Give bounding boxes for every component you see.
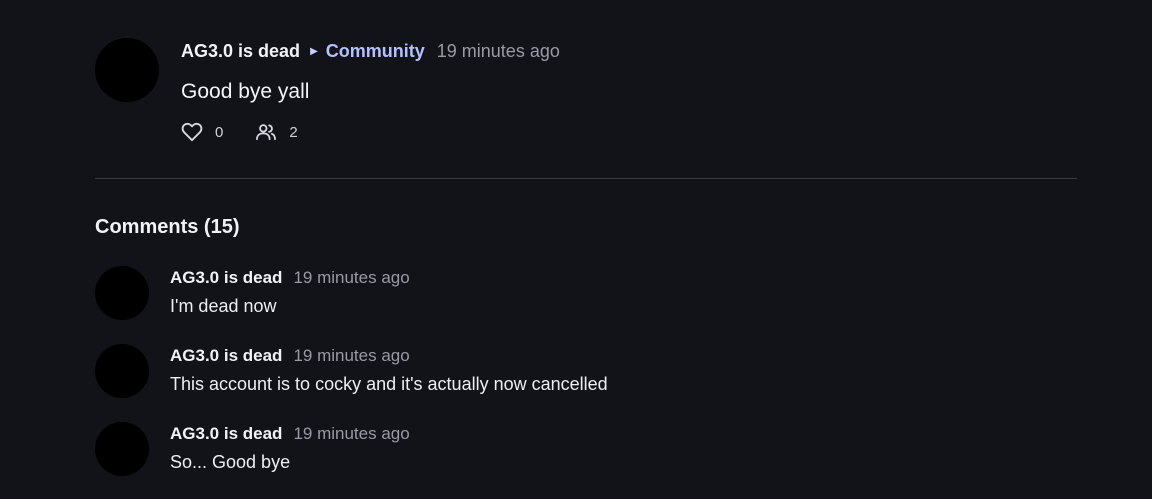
comment-meta: AG3.0 is dead 19 minutes ago [170,266,410,290]
post-author-avatar[interactable] [95,38,159,102]
post-body: AG3.0 is dead ▶ Community 19 minutes ago… [181,38,560,144]
comment-meta: AG3.0 is dead 19 minutes ago [170,422,410,446]
post-timestamp: 19 minutes ago [436,40,560,61]
comment-text: This account is to cocky and it's actual… [170,374,608,394]
community-link[interactable]: Community [326,41,425,62]
comment-timestamp: 19 minutes ago [293,346,410,365]
comment-text: I'm dead now [170,296,277,316]
comment-text: So... Good bye [170,452,291,472]
members-count: 2 [289,123,298,141]
comment: AG3.0 is dead 19 minutes ago So... Good … [95,422,1055,478]
people-icon [255,123,277,141]
comments-heading: Comments (15) [95,216,240,238]
comment: AG3.0 is dead 19 minutes ago This accoun… [95,344,1055,400]
heart-icon [181,122,203,142]
comment-author-avatar[interactable] [95,422,149,476]
divider [95,178,1077,179]
members-button[interactable]: 2 [255,123,298,141]
comment: AG3.0 is dead 19 minutes ago I'm dead no… [95,266,1055,322]
comment-timestamp: 19 minutes ago [293,424,410,443]
comment-author-avatar[interactable] [95,344,149,398]
like-button[interactable]: 0 [181,122,223,142]
post-actions: 0 2 [181,120,560,144]
post-text: Good bye yall [181,80,310,103]
post-author-name[interactable]: AG3.0 is dead [181,41,300,62]
comment-author-name[interactable]: AG3.0 is dead [170,268,282,288]
caret-right-icon: ▶ [310,45,318,57]
like-count: 0 [215,123,224,141]
comment-author-name[interactable]: AG3.0 is dead [170,346,282,366]
post-meta: AG3.0 is dead ▶ Community 19 minutes ago [181,38,560,64]
comment-author-name[interactable]: AG3.0 is dead [170,424,282,444]
comment-timestamp: 19 minutes ago [293,268,410,287]
comment-meta: AG3.0 is dead 19 minutes ago [170,344,410,368]
comment-author-avatar[interactable] [95,266,149,320]
